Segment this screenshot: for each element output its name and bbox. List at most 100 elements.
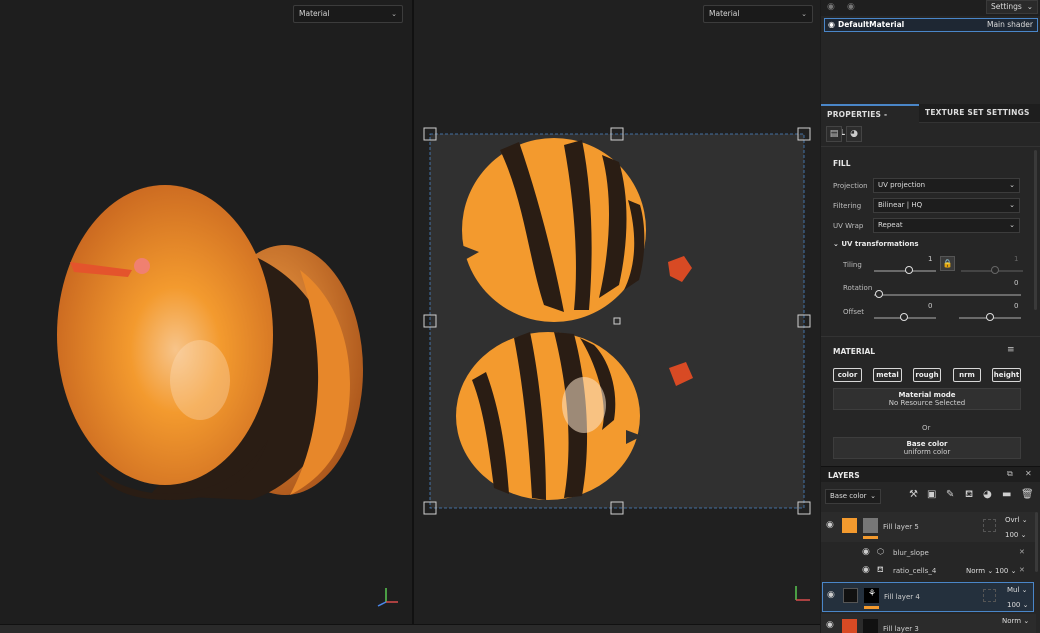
tab-texture-set-settings[interactable]: TEXTURE SET SETTINGS [919,104,1040,123]
projection-label: Projection [833,182,868,190]
close-icon[interactable]: ✕ [1019,566,1025,574]
axis-gizmo-2d [795,586,810,601]
rotation-label: Rotation [843,284,873,292]
uv-transformations-toggle[interactable]: ⌄ UV transformations [833,240,919,248]
layer-name: Fill layer 4 [884,593,920,601]
offset-value-v: 0 [1014,302,1019,310]
channel-rough-button[interactable]: rough [913,368,941,382]
tiling-value-2: 1 [1014,255,1019,263]
tiling-slider-handle[interactable] [905,266,913,274]
layer-properties-icon[interactable]: ▤ [826,126,842,142]
tiling-value: 1 [928,255,933,263]
layer-channel-select[interactable]: Base color ⌄ [825,489,881,504]
channel-height-button[interactable]: height [992,368,1021,382]
or-label: Or [922,424,931,432]
settings-dropdown[interactable]: Settings ⌄ [986,0,1038,14]
effect-name: blur_slope [893,549,929,557]
tab-properties-fill[interactable]: PROPERTIES - FILL✕ [821,104,919,137]
material-mode-button[interactable]: Material mode No Resource Selected [833,388,1021,410]
axis-gizmo-3d [377,588,398,607]
properties-scrollbar[interactable] [1034,150,1037,310]
material-options-icon[interactable]: ≡ [1007,345,1015,355]
layer-row-fill-5[interactable]: ◉ Fill layer 5 Ovrl ⌄ 100 ⌄ [821,512,1036,542]
texture-set-row[interactable]: ◉ DefaultMaterial Main shader [824,18,1038,32]
base-color-button[interactable]: Base color uniform color [833,437,1021,459]
layer-name: Fill layer 5 [883,523,919,531]
filtering-select[interactable]: Bilinear | HQ ⌄ [873,198,1020,213]
wrench-icon[interactable]: ⚒ [909,489,918,500]
brush-icon[interactable]: ✎ [946,489,954,500]
layer-row-fill-4[interactable]: ◉ ⚘ Fill layer 4 Mul ⌄ 100 ⌄ [822,582,1034,612]
layer-effect-ratio-cells[interactable]: ◉ ⛾ ratio_cells_4 Norm ⌄ 100 ⌄ ✕ [821,562,1036,579]
blend-mode-select[interactable]: Norm ⌄ [1002,617,1029,625]
close-icon[interactable]: ✕ [1025,469,1032,478]
channel-indicator [863,536,878,539]
layer-color-thumbnail [842,619,857,633]
uv-canvas[interactable] [414,0,820,624]
rotation-value: 0 [1014,279,1019,287]
channel-metal-button[interactable]: metal [873,368,902,382]
opacity-select[interactable]: 100 ⌄ [1005,531,1026,539]
texture-set-toolbar: ◉ ◉ Settings ⌄ [821,0,1040,16]
layer-row-fill-3[interactable]: ◉ Fill layer 3 Norm ⌄ [821,614,1036,633]
fill-bucket-icon[interactable]: ⛾ [965,489,973,502]
offset-slider-v-handle[interactable] [986,313,994,321]
generator-icon: ⛾ [877,565,884,574]
layers-scrollbar[interactable] [1035,512,1038,572]
trash-icon[interactable]: 🗑 [1021,489,1034,500]
layer-effect-blur-slope[interactable]: ◉ ⬡ blur_slope ✕ [821,544,1036,561]
rotation-slider[interactable] [874,294,1021,296]
layer-color-thumbnail [843,588,858,603]
lock-icon[interactable]: 🔒 [940,256,955,271]
eye-icon[interactable]: ◉ [847,2,855,12]
mask-slot[interactable] [983,519,996,532]
add-effect-icon[interactable]: ▣ [927,489,936,500]
offset-value-u: 0 [928,302,933,310]
viewport-2d[interactable]: Material ⌄ [414,0,820,624]
eye-icon[interactable]: ◉ [862,547,870,557]
opacity-select[interactable]: 100 ⌄ [995,567,1016,575]
fill-section-title: FILL [833,159,851,168]
properties-tabs: PROPERTIES - FILL✕ TEXTURE SET SETTINGS [821,104,1040,137]
maximize-icon[interactable]: ⧉ [1007,469,1013,479]
layer-mask-thumbnail: ⚘ [864,588,879,603]
chevron-down-icon: ⌄ [1026,2,1033,11]
projection-select[interactable]: UV projection ⌄ [873,178,1020,193]
channel-color-button[interactable]: color [833,368,862,382]
close-icon[interactable]: ✕ [1019,548,1025,556]
offset-label: Offset [843,308,865,316]
layer-mask-thumbnail [863,518,878,533]
chevron-down-icon: ⌄ [1009,221,1015,229]
eye-icon[interactable]: ◉ [828,19,835,31]
material-ball-icon[interactable]: ◕ [846,126,862,142]
blend-mode-select[interactable]: Norm ⌄ [966,567,993,575]
eye-icon[interactable]: ◉ [862,565,870,575]
blend-mode-select[interactable]: Mul ⌄ [1007,586,1028,594]
viewport-3d[interactable]: Material ⌄ [0,0,412,624]
opacity-select[interactable]: 100 ⌄ [1007,601,1028,609]
layers-toolbar: Base color ⌄ ⚒ ▣ ✎ ⛾ ◕ ▬ 🗑 [821,487,1040,509]
mask-slot[interactable] [983,589,996,602]
offset-slider-u-handle[interactable] [900,313,908,321]
status-strip [0,624,820,633]
material-section-title: MATERIAL [833,347,876,356]
rotation-slider-handle[interactable] [875,290,883,298]
eye-icon[interactable]: ◉ [826,520,834,530]
layers-header: LAYERS ⧉ ✕ [821,466,1040,482]
blend-mode-select[interactable]: Ovrl ⌄ [1005,516,1028,524]
chevron-down-icon: ⌄ [870,492,876,500]
chevron-down-icon: ⌄ [833,240,839,248]
tiling-slider-2-handle [991,266,999,274]
mesh-3d-render [57,185,363,500]
channel-nrm-button[interactable]: nrm [953,368,981,382]
eye-icon[interactable]: ◉ [827,590,835,600]
eye-icon[interactable]: ◉ [827,2,835,12]
eye-icon[interactable]: ◉ [826,620,834,630]
divider [821,146,1040,147]
divider [821,336,1040,337]
uv-wrap-select[interactable]: Repeat ⌄ [873,218,1020,233]
right-panel: ◉ ◉ Settings ⌄ ◉ DefaultMaterial Main sh… [821,0,1040,633]
material-add-icon[interactable]: ◕ [983,489,992,500]
uv-wrap-label: UV Wrap [833,222,864,230]
folder-icon[interactable]: ▬ [1002,489,1011,500]
